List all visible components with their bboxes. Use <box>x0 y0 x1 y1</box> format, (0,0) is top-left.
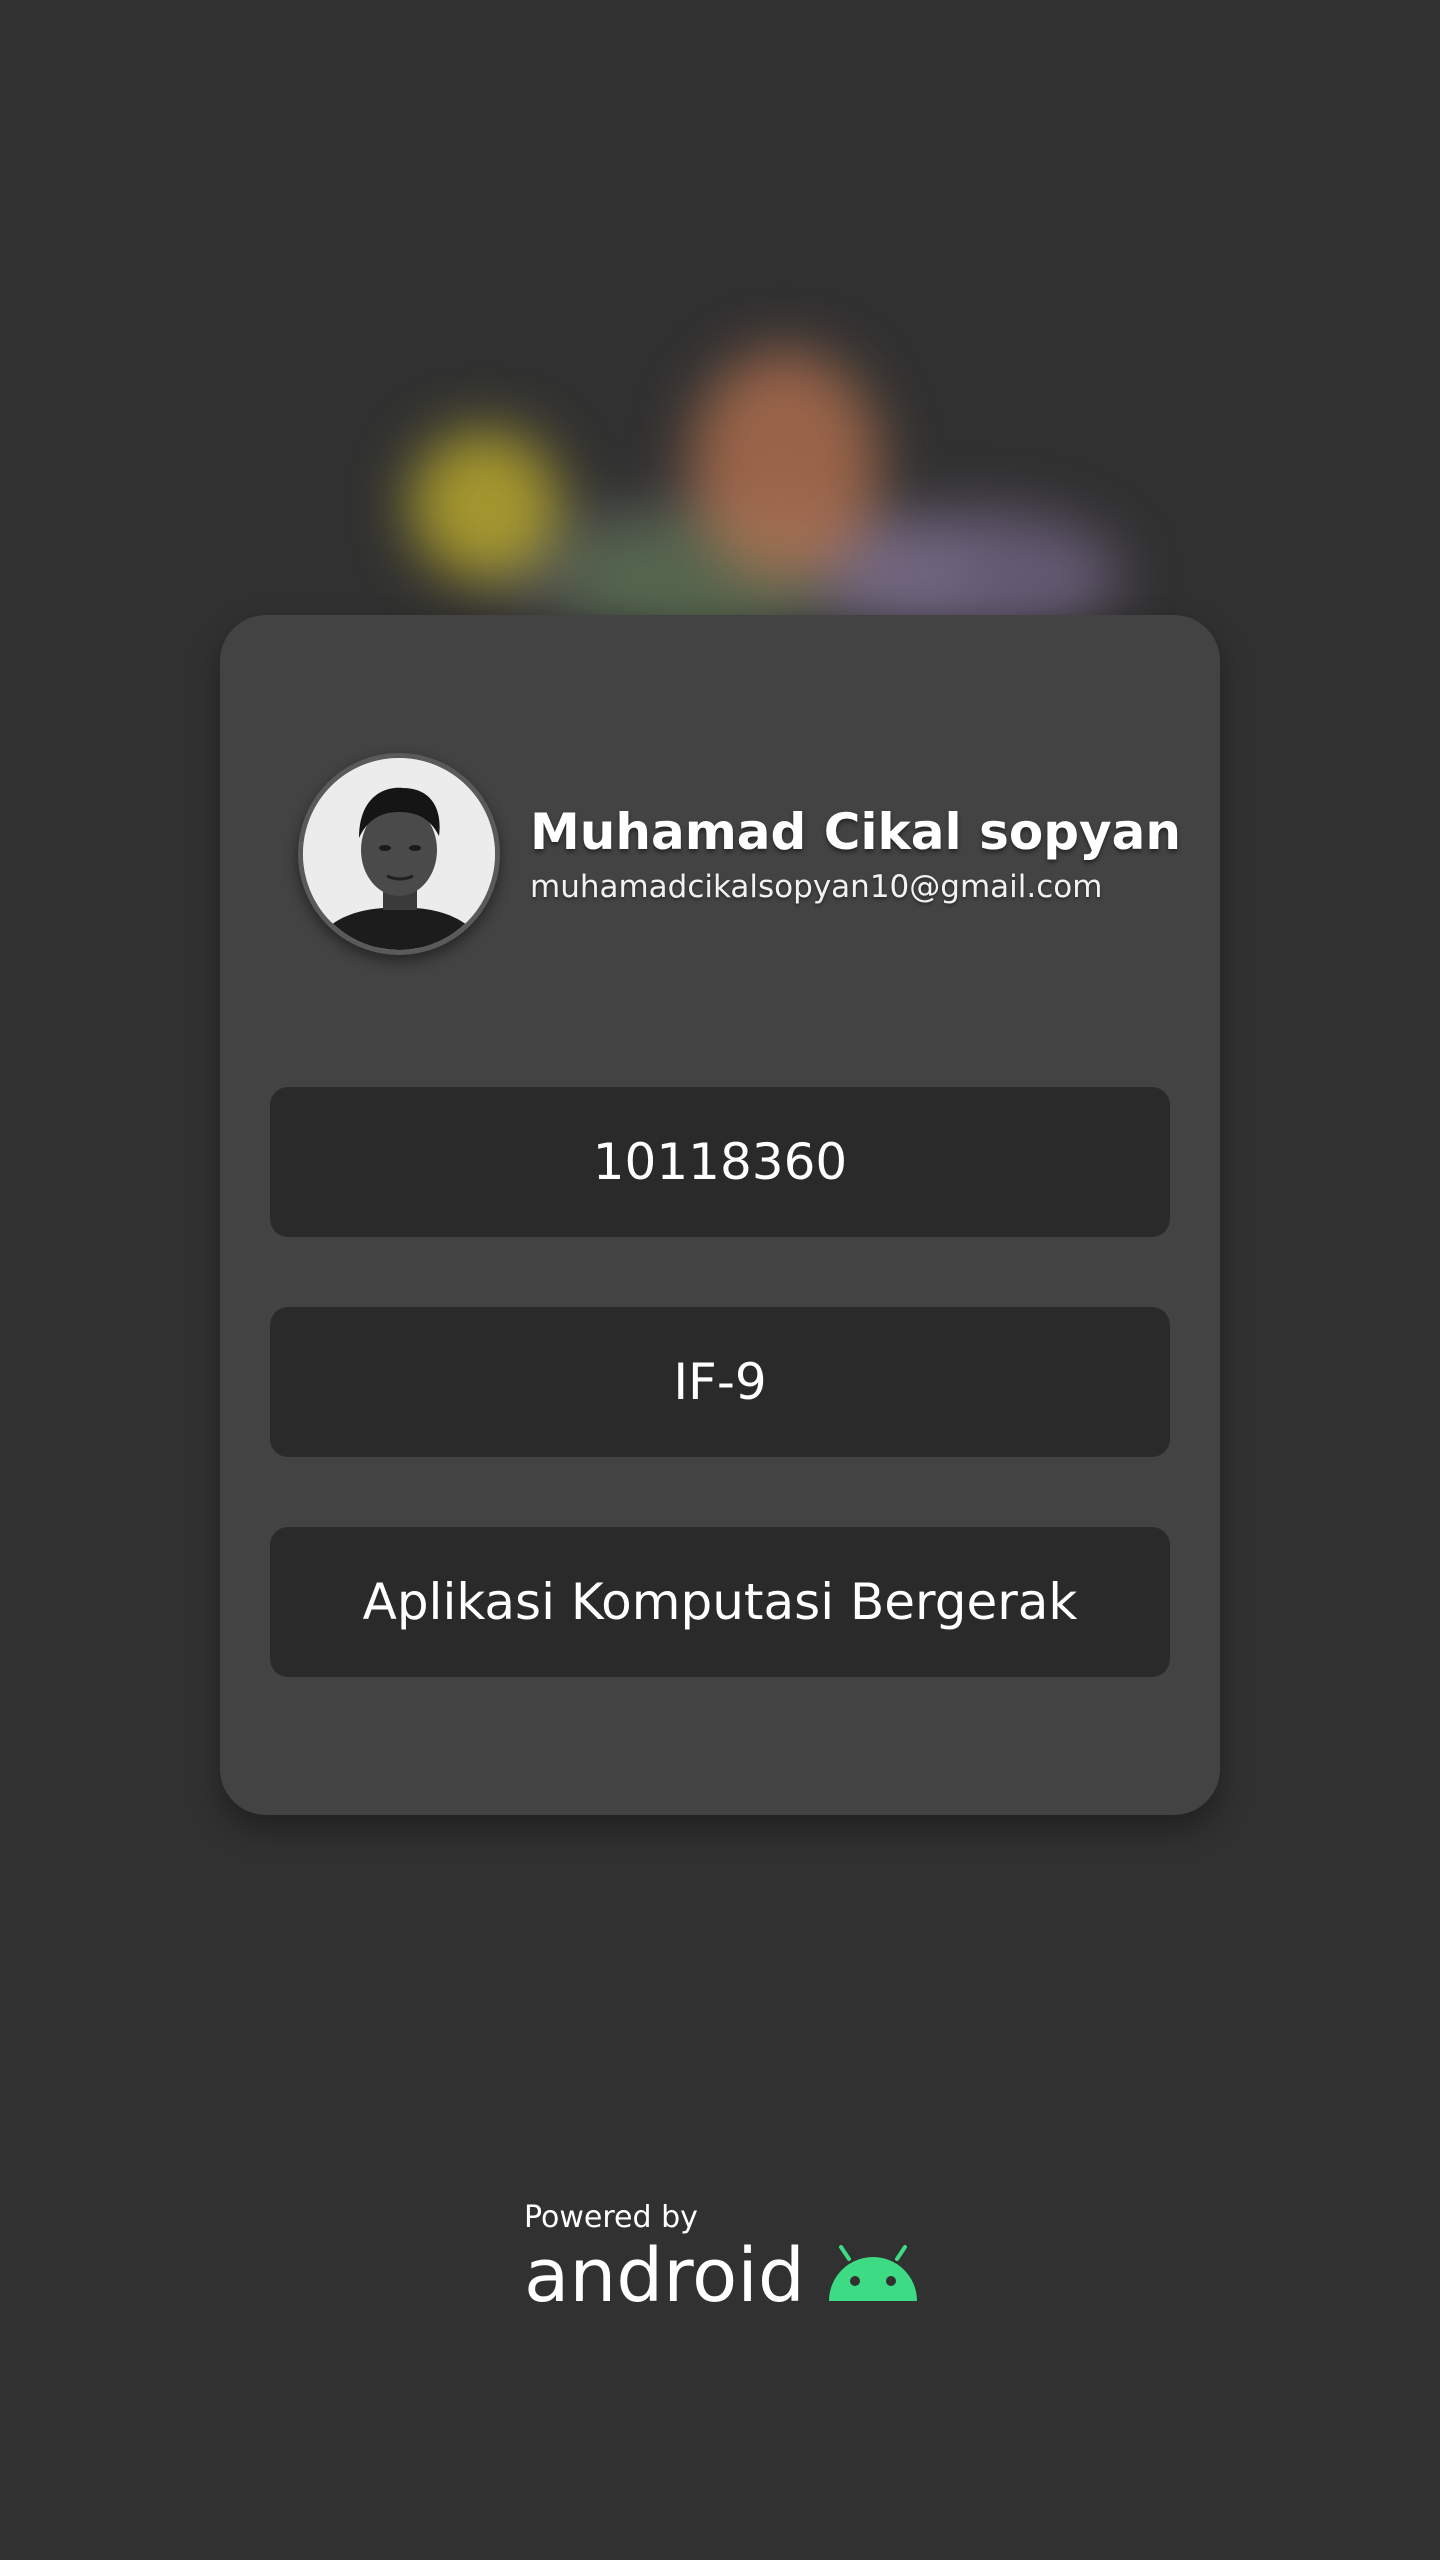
powered-by-label: Powered by <box>524 2200 698 2235</box>
profile-header: Muhamad Cikal sopyan muhamadcikalsopyan1… <box>298 753 1181 955</box>
user-email: muhamadcikalsopyan10@gmail.com <box>530 869 1103 905</box>
nim-field: 10118360 <box>270 1087 1170 1237</box>
avatar <box>298 753 500 955</box>
profile-screen: Muhamad Cikal sopyan muhamadcikalsopyan1… <box>0 0 1440 2560</box>
android-robot-icon <box>827 2245 919 2307</box>
android-wordmark: android <box>524 2233 805 2319</box>
course-field: Aplikasi Komputasi Bergerak <box>270 1527 1170 1677</box>
powered-by-footer: Powered by android <box>524 2200 919 2313</box>
class-field: IF-9 <box>270 1307 1170 1457</box>
profile-card: Muhamad Cikal sopyan muhamadcikalsopyan1… <box>220 615 1220 1815</box>
blurred-background-image <box>360 300 1120 640</box>
profile-text: Muhamad Cikal sopyan muhamadcikalsopyan1… <box>530 803 1181 905</box>
android-brand: android <box>524 2239 919 2313</box>
user-name: Muhamad Cikal sopyan <box>530 803 1181 861</box>
